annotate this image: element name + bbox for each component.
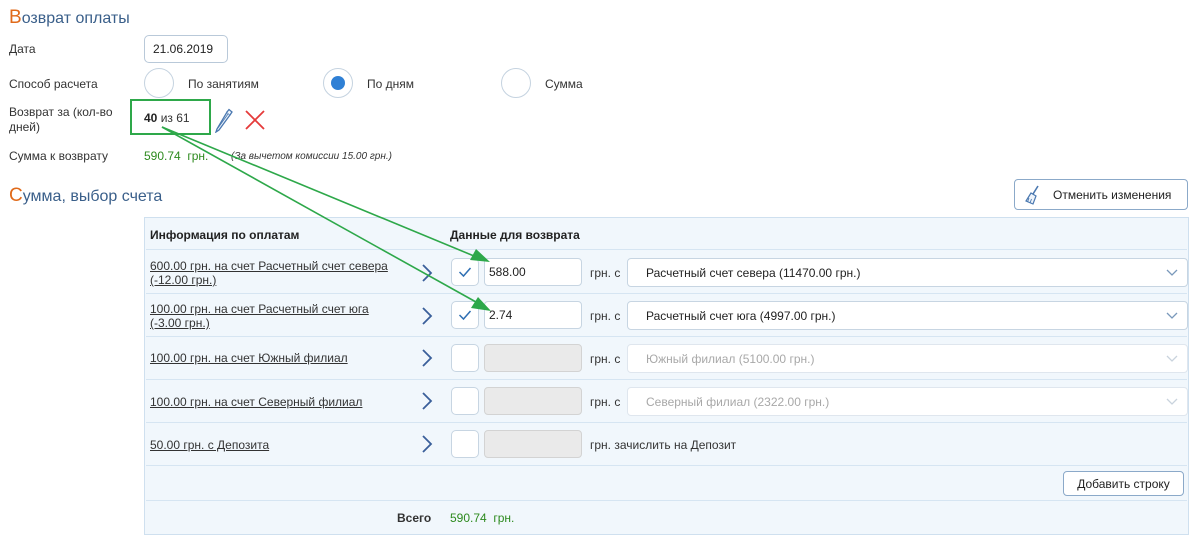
account-select-value: Расчетный счет севера (11470.00 грн.): [646, 266, 861, 280]
row-divider: [146, 379, 1187, 380]
amount-input-1[interactable]: 588.00: [484, 258, 582, 286]
amount-input-5[interactable]: [484, 430, 582, 458]
row-divider: [146, 465, 1187, 466]
radio-by-days[interactable]: [323, 68, 353, 98]
check-icon: [458, 267, 472, 278]
row-divider: [146, 422, 1187, 423]
payment-link-1[interactable]: 600.00 грн. на счет Расчетный счет север…: [150, 259, 400, 287]
chevron-right-icon[interactable]: [420, 434, 434, 454]
title-text: озврат оплаты: [21, 10, 130, 27]
account-select-3[interactable]: Южный филиал (5100.00 грн.): [627, 344, 1188, 373]
chevron-down-icon: [1166, 355, 1178, 362]
refund-for-label: Возврат за (кол-во дней): [9, 105, 113, 134]
days-value: 40: [144, 111, 158, 125]
radio-by-days-label: По дням: [367, 77, 415, 91]
sum-currency: грн.: [187, 149, 209, 163]
check-icon: [458, 310, 472, 321]
chevron-down-icon: [1166, 398, 1178, 405]
row-checkbox-4[interactable]: [451, 387, 479, 415]
row-checkbox-2[interactable]: [451, 301, 479, 329]
deposit-label: грн. зачислить на Депозит: [590, 438, 737, 452]
account-select-1[interactable]: Расчетный счет севера (11470.00 грн.): [627, 258, 1188, 287]
amount-input-2[interactable]: 2.74: [484, 301, 582, 329]
title-initial: В: [9, 7, 22, 28]
row-divider: [146, 336, 1187, 337]
title-initial: С: [9, 185, 23, 206]
radio-amount[interactable]: [501, 68, 531, 98]
account-select-value: Расчетный счет юга (4997.00 грн.): [646, 309, 836, 323]
chevron-right-icon[interactable]: [420, 263, 434, 283]
date-input[interactable]: 21.06.2019: [144, 35, 228, 63]
amount-input-4[interactable]: [484, 387, 582, 415]
account-select-4[interactable]: Северный филиал (2322.00 грн.): [627, 387, 1188, 416]
col-header-payments: Информация по оплатам: [150, 228, 300, 242]
currency-label-4: грн. с: [590, 395, 621, 409]
payment-link-4[interactable]: 100.00 грн. на счет Северный филиал: [150, 395, 410, 409]
row-checkbox-5[interactable]: [451, 430, 479, 458]
commission-note: (За вычетом комиссии 15.00 грн.): [231, 151, 392, 162]
payment-link-5[interactable]: 50.00 грн. с Депозита: [150, 438, 410, 452]
cancel-changes-button[interactable]: Отменить изменения: [1014, 179, 1188, 210]
days-of: из 61: [160, 111, 190, 125]
chevron-down-icon: [1166, 312, 1178, 319]
radio-by-lessons[interactable]: [144, 68, 174, 98]
total-currency: грн.: [493, 511, 515, 525]
row-checkbox-1[interactable]: [451, 258, 479, 286]
total-amount: 590.74: [450, 511, 487, 525]
sum-label: Сумма к возврату: [9, 149, 108, 163]
row-checkbox-3[interactable]: [451, 344, 479, 372]
radio-by-lessons-label: По занятиям: [188, 77, 259, 91]
account-select-value: Северный филиал (2322.00 грн.): [646, 395, 830, 409]
method-label: Способ расчета: [9, 77, 98, 91]
close-icon[interactable]: [244, 109, 266, 131]
radio-amount-label: Сумма: [545, 77, 583, 91]
col-header-refund: Данные для возврата: [450, 228, 580, 242]
add-row-button[interactable]: Добавить строку: [1063, 471, 1184, 496]
amount-input-3[interactable]: [484, 344, 582, 372]
section-title-refund: Возврат оплаты: [9, 7, 130, 29]
total-label: Всего: [397, 511, 432, 525]
section-title-accounts: Сумма, выбор счета: [9, 185, 162, 207]
currency-label-2: грн. с: [590, 309, 621, 323]
chevron-down-icon: [1166, 269, 1178, 276]
payment-link-3[interactable]: 100.00 грн. на счет Южный филиал: [150, 351, 410, 365]
total-value: 590.74 грн.: [450, 511, 514, 525]
account-select-value: Южный филиал (5100.00 грн.): [646, 352, 815, 366]
broom-icon: [1025, 185, 1039, 205]
account-select-2[interactable]: Расчетный счет юга (4997.00 грн.): [627, 301, 1188, 330]
chevron-right-icon[interactable]: [420, 348, 434, 368]
chevron-right-icon[interactable]: [420, 306, 434, 326]
cancel-changes-label: Отменить изменения: [1053, 187, 1172, 202]
currency-label-1: грн. с: [590, 266, 621, 280]
currency-label-3: грн. с: [590, 352, 621, 366]
chevron-right-icon[interactable]: [420, 391, 434, 411]
row-divider: [146, 249, 1187, 250]
sum-amount: 590.74: [144, 149, 181, 163]
row-divider: [146, 293, 1187, 294]
days-count-box[interactable]: 40 из 61: [130, 99, 211, 135]
pencil-icon[interactable]: [213, 107, 233, 133]
date-label: Дата: [9, 42, 36, 56]
title-text: умма, выбор счета: [22, 188, 163, 205]
payment-link-2[interactable]: 100.00 грн. на счет Расчетный счет юга (…: [150, 302, 400, 330]
sum-value: 590.74 грн.: [144, 149, 208, 163]
row-divider: [146, 500, 1187, 501]
